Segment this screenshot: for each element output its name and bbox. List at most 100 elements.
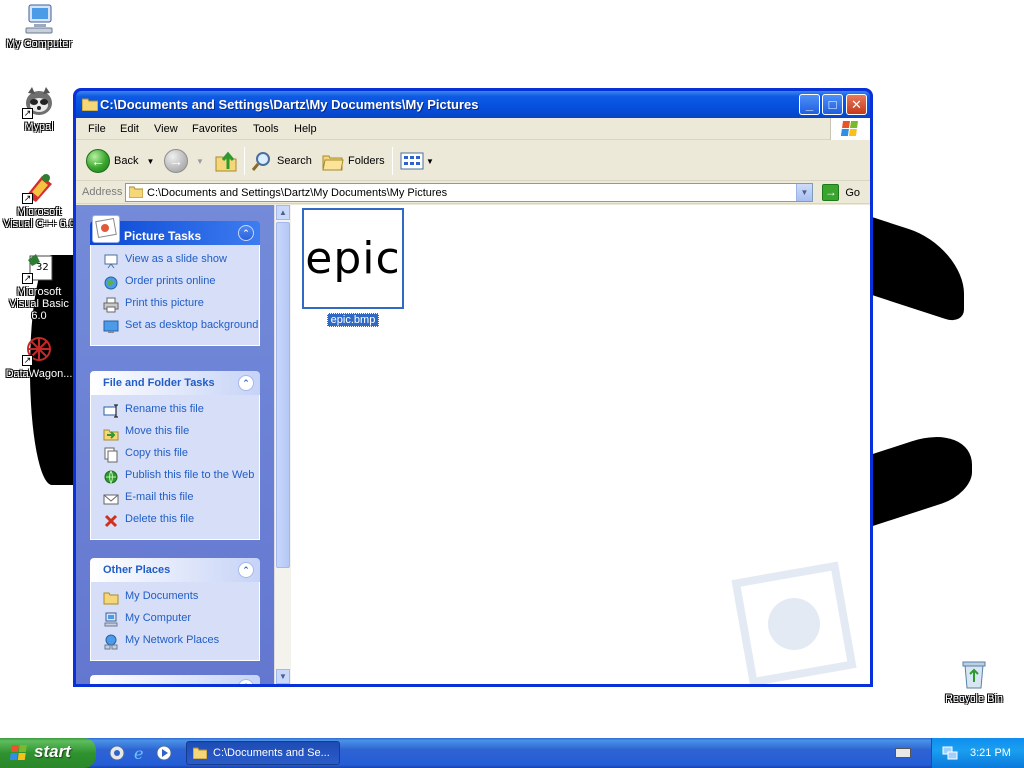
- visual-cpp-icon: ↗: [22, 170, 56, 204]
- task-order-prints[interactable]: Order prints online: [91, 272, 259, 294]
- scroll-down-icon[interactable]: ▼: [276, 669, 290, 684]
- task-publish-file[interactable]: Publish this file to the Web: [91, 466, 259, 488]
- task-move-file[interactable]: Move this file: [91, 422, 259, 444]
- menu-bar: File Edit View Favorites Tools Help: [76, 118, 870, 140]
- desktop-icon-mypal[interactable]: ↗ Mypal: [1, 85, 77, 133]
- desktop-icon-label: DataWagon...: [5, 368, 73, 380]
- start-button[interactable]: start: [0, 738, 96, 768]
- svg-text:e: e: [134, 744, 143, 762]
- computer-icon: [22, 2, 56, 36]
- details-header[interactable]: ⌃: [90, 675, 260, 684]
- task-set-desktop-background[interactable]: Set as desktop background: [91, 316, 259, 338]
- details-panel: ⌃: [90, 675, 260, 684]
- desktop-icon-label: Microsoft Visual Basic 6.0: [9, 286, 69, 322]
- scroll-up-icon[interactable]: ▲: [276, 205, 290, 220]
- other-places-header[interactable]: Other Places ⌃: [90, 558, 260, 582]
- desktop-icon-label: Mypal: [24, 121, 54, 133]
- picture-tasks-header[interactable]: Picture Tasks ⌃: [90, 215, 260, 245]
- views-button[interactable]: ▼: [400, 149, 434, 173]
- file-folder-tasks-title: File and Folder Tasks: [103, 377, 215, 389]
- printer-icon: [103, 297, 119, 313]
- picture-tasks-panel: Picture Tasks ⌃ View as a slide show Ord…: [90, 215, 260, 346]
- move-icon: [103, 429, 119, 441]
- menu-file[interactable]: File: [88, 123, 106, 135]
- task-print-picture[interactable]: Print this picture: [91, 294, 259, 316]
- desktop-icon-my-computer[interactable]: My Computer: [1, 2, 77, 50]
- folders-icon: [322, 155, 344, 171]
- minimize-button[interactable]: _: [799, 94, 820, 115]
- file-name[interactable]: epic.bmp: [326, 313, 380, 327]
- collapse-icon[interactable]: ⌃: [238, 225, 254, 241]
- other-places-panel: Other Places ⌃ My Documents My Computer: [90, 558, 260, 661]
- task-email-file[interactable]: E-mail this file: [91, 488, 259, 510]
- file-thumbnail[interactable]: epic: [302, 208, 404, 309]
- task-pane-scrollbar[interactable]: ▲ ▼: [274, 205, 291, 684]
- back-dropdown-icon[interactable]: ▼: [146, 157, 154, 166]
- pictures-watermark-icon: [731, 561, 857, 684]
- folder-icon: [81, 97, 99, 112]
- forward-button[interactable]: → ▼: [164, 149, 204, 173]
- up-folder-button[interactable]: [214, 149, 238, 173]
- computer-icon: [104, 612, 118, 627]
- forward-dropdown-icon[interactable]: ▼: [196, 157, 204, 166]
- file-item[interactable]: epic epic.bmp: [302, 208, 404, 327]
- rename-icon: [103, 404, 118, 418]
- back-arrow-icon: ←: [86, 149, 110, 173]
- delete-icon: [104, 514, 118, 528]
- task-rename-file[interactable]: Rename this file: [91, 400, 259, 422]
- place-my-documents[interactable]: My Documents: [91, 587, 259, 609]
- maximize-button[interactable]: □: [822, 94, 843, 115]
- other-places-title: Other Places: [103, 564, 171, 576]
- wallpaper-shape: [872, 421, 972, 527]
- search-icon: [251, 152, 270, 171]
- copy-icon: [104, 447, 118, 463]
- title-bar[interactable]: C:\Documents and Settings\Dartz\My Docum…: [76, 91, 870, 118]
- desktop-icon-datawagon[interactable]: ↗ DataWagon...: [1, 332, 77, 380]
- picture-tasks-body: View as a slide show Order prints online…: [90, 245, 260, 346]
- menu-tools[interactable]: Tools: [253, 123, 279, 135]
- back-button[interactable]: ← Back ▼: [86, 149, 154, 173]
- thumbnail-image-text: epic: [305, 233, 401, 284]
- desktop-icon-visual-basic[interactable]: 32 ↗ Microsoft Visual Basic 6.0: [1, 250, 77, 322]
- menu-favorites[interactable]: Favorites: [192, 123, 237, 135]
- slideshow-icon: [104, 254, 118, 269]
- taskbar-window-button[interactable]: C:\Documents and Se...: [186, 741, 340, 765]
- task-delete-file[interactable]: Delete this file: [91, 510, 259, 532]
- task-slideshow[interactable]: View as a slide show: [91, 250, 259, 272]
- menu-edit[interactable]: Edit: [120, 123, 139, 135]
- toolbar-separator: [392, 147, 393, 175]
- collapse-icon[interactable]: ⌃: [238, 679, 254, 684]
- desktop-icon-visual-cpp[interactable]: ↗ Microsoft Visual C++ 6.0: [1, 170, 77, 230]
- quick-launch-icon[interactable]: [108, 744, 126, 762]
- address-input[interactable]: C:\Documents and Settings\Dartz\My Docum…: [125, 183, 813, 202]
- address-value: C:\Documents and Settings\Dartz\My Docum…: [147, 187, 448, 199]
- desktop-icon-label: Recycle Bin: [944, 693, 1004, 705]
- address-dropdown-button[interactable]: ▼: [796, 184, 812, 201]
- scrollbar-thumb[interactable]: [276, 222, 290, 568]
- menu-view[interactable]: View: [154, 123, 178, 135]
- file-folder-tasks-header[interactable]: File and Folder Tasks ⌃: [90, 371, 260, 395]
- desktop-icon-recycle-bin[interactable]: Recycle Bin: [936, 657, 1012, 705]
- collapse-icon[interactable]: ⌃: [238, 562, 254, 578]
- search-label: Search: [277, 155, 312, 167]
- toolbar-separator: [244, 147, 245, 175]
- close-button[interactable]: ✕: [846, 94, 867, 115]
- search-button[interactable]: Search: [251, 149, 312, 173]
- network-status-icon[interactable]: [942, 746, 958, 760]
- clock[interactable]: 3:21 PM: [970, 747, 1011, 759]
- folder-icon: [193, 747, 207, 759]
- place-my-network-places[interactable]: My Network Places: [91, 631, 259, 653]
- views-icon: [400, 152, 424, 170]
- email-icon: [103, 494, 119, 505]
- keyboard-icon[interactable]: [895, 748, 911, 758]
- menu-help[interactable]: Help: [294, 123, 317, 135]
- go-button[interactable]: → Go: [822, 184, 860, 201]
- collapse-icon[interactable]: ⌃: [238, 375, 254, 391]
- media-player-icon[interactable]: [155, 744, 173, 762]
- file-list[interactable]: epic epic.bmp: [291, 205, 870, 684]
- internet-explorer-icon[interactable]: e: [132, 744, 150, 762]
- place-my-computer[interactable]: My Computer: [91, 609, 259, 631]
- task-copy-file[interactable]: Copy this file: [91, 444, 259, 466]
- folders-button[interactable]: Folders: [322, 149, 385, 173]
- windows-flag-icon: [10, 745, 27, 760]
